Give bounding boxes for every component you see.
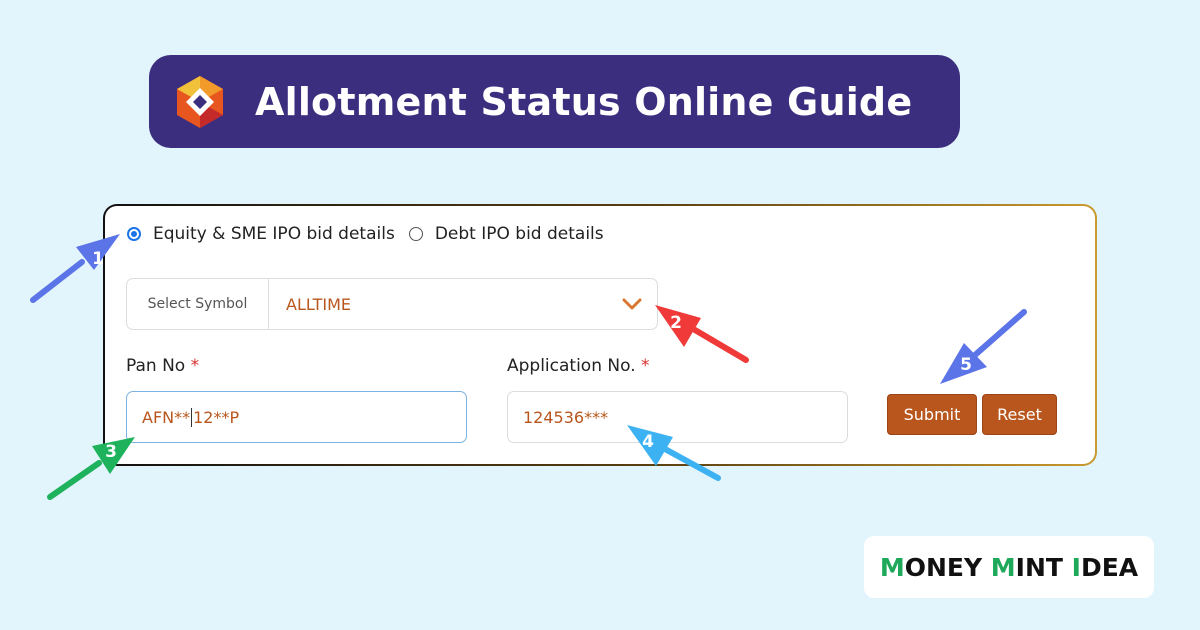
arrow-marker-3: 3 (47, 437, 135, 500)
marker-1-label: 1 (92, 249, 104, 269)
brand-logo: M ONEY M INT I DEA (864, 536, 1154, 598)
arrow-marker-1: 1 (30, 234, 120, 303)
marker-5-label: 5 (960, 355, 972, 375)
marker-3-label: 3 (105, 442, 117, 462)
marker-4-label: 4 (642, 432, 654, 452)
marker-2-label: 2 (670, 313, 682, 333)
arrow-marker-4: 4 (627, 425, 721, 481)
arrow-marker-5: 5 (940, 309, 1027, 384)
arrow-marker-2: 2 (655, 305, 749, 363)
